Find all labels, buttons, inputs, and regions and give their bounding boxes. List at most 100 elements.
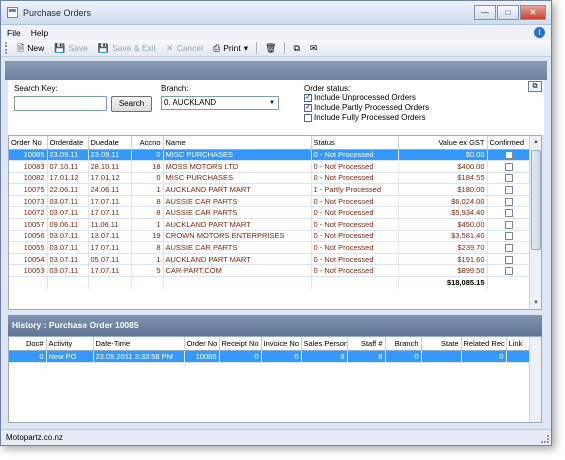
col-order-no[interactable]: Order No: [184, 337, 220, 351]
col-related[interactable]: Related Rec: [461, 337, 507, 351]
col-branch[interactable]: Branch: [385, 337, 422, 351]
checkbox-checked[interactable]: ✓: [304, 93, 312, 102]
col-invoice-no[interactable]: Invoice No: [261, 337, 302, 351]
expand-icon[interactable]: ⧉: [528, 81, 542, 92]
confirmed-checkbox[interactable]: [504, 209, 513, 218]
branch-value: 0. AUCKLAND: [164, 98, 217, 107]
partly-processed-checkbox[interactable]: ✓ Include Partly Processed Orders: [304, 103, 429, 112]
col-receipt-no[interactable]: Receipt No: [219, 337, 262, 351]
cell-confirmed[interactable]: [487, 183, 531, 196]
checkbox-checked[interactable]: ✓: [304, 103, 312, 112]
scroll-thumb[interactable]: [531, 150, 541, 250]
scroll-up-icon[interactable]: ▲: [530, 136, 541, 148]
status-bar: Motopartz.co.nz: [1, 429, 551, 445]
cell-confirmed[interactable]: [487, 264, 531, 278]
save-exit-button[interactable]: 💾 Save & Exit: [93, 41, 161, 56]
fully-processed-checkbox[interactable]: Include Fully Processed Orders: [304, 113, 426, 122]
col-orderdate[interactable]: Orderdate: [47, 136, 89, 150]
orders-header-row: Order No Orderdate Duedate Accno Name St…: [9, 136, 531, 150]
menu-file[interactable]: File: [7, 28, 21, 38]
print-button[interactable]: ⎙ Print ▾: [208, 41, 253, 56]
col-status[interactable]: Status: [311, 136, 399, 150]
col-staff[interactable]: Staff #: [347, 337, 386, 351]
cell-confirmed[interactable]: [487, 195, 531, 208]
search-button[interactable]: Search: [111, 96, 152, 112]
col-value[interactable]: Value ex GST: [398, 136, 488, 150]
checkbox-unchecked[interactable]: [304, 113, 312, 122]
col-activity[interactable]: Activity: [46, 337, 94, 351]
confirmed-checkbox[interactable]: [504, 174, 513, 183]
table-row[interactable]: 10082 17.01.12 17.01.12 0 MISC PURCHASES 0 - …: [9, 172, 531, 185]
col-accno[interactable]: Accno: [131, 136, 164, 150]
confirmed-checkbox[interactable]: [504, 267, 513, 276]
col-order-no[interactable]: Order No: [9, 136, 48, 150]
cell-accno: 8: [131, 195, 164, 208]
confirmed-checkbox[interactable]: [504, 162, 513, 171]
unprocessed-checkbox[interactable]: ✓ Include Unprocessed Orders: [304, 93, 416, 102]
purchase-orders-window: Purchase Orders — □ ✕ File Help i 🗎 New 💾…: [0, 0, 552, 446]
cell-value: $191.60: [398, 253, 488, 266]
cell-confirmed[interactable]: [487, 160, 531, 173]
order-status-label: Order status:: [304, 84, 351, 93]
cancel-button[interactable]: ✕ Cancel: [161, 41, 208, 56]
scroll-down-icon[interactable]: ▼: [530, 297, 541, 309]
info-icon[interactable]: i: [534, 27, 545, 38]
maximize-button[interactable]: □: [497, 5, 519, 20]
email-button[interactable]: ✉: [305, 41, 323, 56]
table-row[interactable]: 10055 03.07.11 17.07.11 8 AUSSIE CAR PARTS 0 …: [9, 241, 531, 254]
col-datetime[interactable]: Date-Time: [93, 337, 185, 351]
confirmed-checkbox[interactable]: [504, 197, 513, 206]
minimize-button[interactable]: —: [474, 5, 496, 20]
table-row[interactable]: 10057 09.06.11 11.06.11 1 AUCKLAND PART MART…: [9, 218, 531, 231]
table-row[interactable]: 0 New PO 23.09.2011 3:33:58 PM 10085 0 0…: [9, 350, 531, 363]
trash-icon: 🗑: [265, 42, 277, 53]
save-button[interactable]: 💾 Save: [49, 41, 93, 56]
table-row[interactable]: 10054 03.07.11 05.07.11 1 AUCKLAND PART MART…: [9, 253, 531, 266]
confirmed-checkbox[interactable]: [504, 232, 513, 241]
cell-accno: 1: [131, 218, 164, 231]
history-scrollbar[interactable]: [529, 337, 541, 422]
cell-link[interactable]: [506, 350, 531, 363]
cell-confirmed[interactable]: [487, 218, 531, 231]
copy-button[interactable]: ⧉: [288, 41, 304, 56]
confirmed-checkbox[interactable]: [504, 244, 513, 253]
confirmed-checkbox[interactable]: [504, 151, 513, 160]
cell-order-no: 10053: [9, 264, 48, 278]
branch-select[interactable]: 0. AUCKLAND ▼: [161, 96, 279, 110]
col-sales-person[interactable]: Sales Person: [301, 337, 348, 351]
table-row[interactable]: 10083 07.10.11 28.10.11 18 MOSS MOTORS LTD 0 …: [9, 160, 531, 173]
resize-grip-icon[interactable]: [541, 435, 549, 443]
col-duedate[interactable]: Duedate: [88, 136, 132, 150]
table-row[interactable]: 10073 03.07.11 17.07.11 8 AUSSIE CAR PARTS 0 …: [9, 195, 531, 208]
toolbar-grip[interactable]: [5, 42, 8, 54]
table-row[interactable]: 10085 23.09.11 23.09.11 0 MISC PURCHASES 0 - …: [9, 149, 531, 162]
cell-status: 0 - Not Processed: [311, 241, 399, 254]
table-row[interactable]: 10072 03.07.11 17.07.11 8 AUSSIE CAR PARTS 0 …: [9, 206, 531, 220]
orders-scrollbar[interactable]: ▲ ▼: [529, 136, 541, 309]
cell-confirmed[interactable]: [487, 206, 531, 220]
cell-confirmed[interactable]: [487, 230, 531, 243]
table-row[interactable]: 10056 03.07.11 13.07.11 19 CROWN MOTORS ENTE…: [9, 230, 531, 243]
close-button[interactable]: ✕: [520, 5, 546, 20]
cell-confirmed[interactable]: [487, 241, 531, 254]
col-confirmed[interactable]: Confirmed: [487, 136, 531, 150]
cell-receipt-no: 0: [219, 350, 262, 363]
delete-button[interactable]: 🗑: [260, 41, 281, 56]
table-row[interactable]: 10053 03.07.11 17.07.11 5 CAR-PART.COM 0 - No…: [9, 264, 531, 278]
cell-confirmed[interactable]: [487, 253, 531, 266]
col-name[interactable]: Name: [163, 136, 312, 150]
cell-confirmed[interactable]: [487, 149, 531, 162]
confirmed-checkbox[interactable]: [504, 220, 513, 229]
search-input[interactable]: [14, 96, 107, 111]
col-link[interactable]: Link: [506, 337, 531, 351]
cell-confirmed[interactable]: [487, 172, 531, 185]
confirmed-checkbox[interactable]: [504, 255, 513, 264]
col-state[interactable]: State: [421, 337, 462, 351]
cell-orderdate: 22.06.11: [47, 183, 89, 196]
col-doc[interactable]: Doc#: [9, 337, 47, 351]
table-row[interactable]: 10075 22.06.11 24.06.11 1 AUCKLAND PART MART…: [9, 183, 531, 196]
confirmed-checkbox[interactable]: [504, 186, 513, 195]
chevron-down-icon[interactable]: ▾: [244, 43, 248, 54]
new-button[interactable]: 🗎 New: [12, 41, 49, 56]
menu-help[interactable]: Help: [31, 28, 48, 38]
